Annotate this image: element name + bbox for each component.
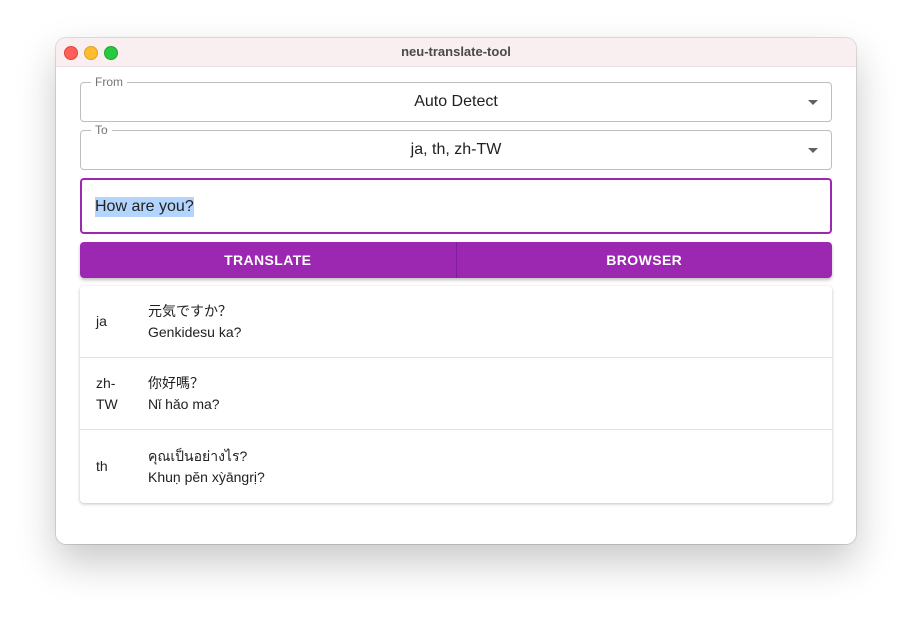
source-text-value: How are you? <box>95 197 194 217</box>
window-title: neu-translate-tool <box>401 44 511 59</box>
to-label: To <box>91 123 112 137</box>
list-item: ja 元気ですか？ Genkidesu ka? <box>80 286 832 358</box>
result-language: ja <box>96 313 107 329</box>
result-romanization: Genkidesu ka? <box>148 323 242 340</box>
result-romanization: Khuṇ pĕn xỳāngrị? <box>148 468 265 485</box>
action-button-group: TRANSLATE BROWSER <box>80 242 832 278</box>
result-translation: คุณเป็นอย่างไร? <box>148 447 248 464</box>
app-window: neu-translate-tool From Auto Detect To j… <box>56 38 856 544</box>
from-value: Auto Detect <box>414 93 498 110</box>
chevron-down-icon <box>808 148 818 153</box>
chevron-down-icon <box>808 100 818 105</box>
from-language-select[interactable]: From Auto Detect <box>80 75 832 122</box>
result-language: th <box>96 458 108 474</box>
browser-button[interactable]: BROWSER <box>456 242 832 278</box>
list-item: zh-TW 你好嗎？ Nǐ hǎo ma? <box>80 358 832 430</box>
title-bar: neu-translate-tool <box>56 38 856 67</box>
source-text-input[interactable]: How are you? <box>80 178 832 234</box>
to-language-select[interactable]: To ja, th, zh-TW <box>80 123 832 170</box>
main-content: From Auto Detect To ja, th, zh-TW How ar… <box>80 75 832 503</box>
results-list: ja 元気ですか？ Genkidesu ka? zh-TW 你好嗎？ Nǐ hǎ… <box>80 286 832 503</box>
result-translation: 元気ですか？ <box>148 302 232 319</box>
list-item: th คุณเป็นอย่างไร? Khuṇ pĕn xỳāngrị? <box>80 430 832 503</box>
result-language: zh-TW <box>96 374 118 412</box>
from-label: From <box>91 75 127 89</box>
result-romanization: Nǐ hǎo ma? <box>148 395 220 412</box>
to-value: ja, th, zh-TW <box>410 141 502 158</box>
result-translation: 你好嗎？ <box>148 374 204 391</box>
translate-button[interactable]: TRANSLATE <box>80 242 457 278</box>
